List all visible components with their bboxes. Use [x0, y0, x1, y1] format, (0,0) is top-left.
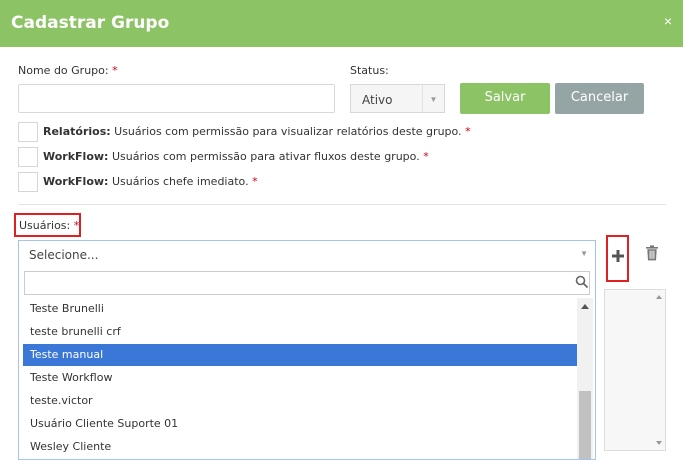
group-name-label: Nome do Grupo: *: [18, 64, 118, 77]
users-dropdown: Teste Brunelli teste brunelli crf Teste …: [18, 268, 596, 460]
scroll-down-arrow-icon[interactable]: [656, 441, 662, 445]
users-option[interactable]: Wesley Cliente: [23, 436, 577, 458]
permission-reports-text: Relatórios: Usuários com permissão para …: [43, 125, 471, 138]
permission-workflow-activate-text: WorkFlow: Usuários com permissão para at…: [43, 150, 429, 163]
plus-icon: [612, 250, 624, 262]
users-option-selected[interactable]: Teste manual: [23, 344, 577, 366]
permission-workflow-activate-description: Usuários com permissão para ativar fluxo…: [108, 150, 420, 163]
permission-workflow-manager-text: WorkFlow: Usuários chefe imediato. *: [43, 175, 258, 188]
group-name-label-text: Nome do Grupo:: [18, 64, 109, 77]
permission-reports-title: Relatórios:: [43, 125, 111, 138]
search-icon: [575, 275, 589, 289]
users-option[interactable]: teste.victor: [23, 390, 577, 412]
chevron-down-icon: ▼: [422, 85, 444, 112]
users-option[interactable]: Teste Brunelli: [23, 298, 577, 320]
permission-workflow-manager-title: WorkFlow:: [43, 175, 109, 188]
chevron-down-icon: ▼: [580, 249, 588, 258]
permission-workflow-activate-checkbox[interactable]: [18, 147, 38, 167]
required-mark: *: [112, 64, 118, 77]
scrollbar-thumb[interactable]: [579, 391, 591, 459]
permission-workflow-manager-description: Usuários chefe imediato.: [108, 175, 249, 188]
trash-icon[interactable]: [645, 245, 659, 261]
required-mark: *: [465, 125, 471, 138]
users-label-highlight: Usuários: *: [14, 213, 81, 237]
status-value: Ativo: [362, 93, 393, 107]
dialog-title: Cadastrar Grupo: [11, 13, 170, 33]
add-user-button[interactable]: [606, 235, 629, 282]
close-icon[interactable]: ×: [664, 13, 672, 29]
users-select-placeholder: Selecione...: [29, 248, 99, 262]
dialog-header: Cadastrar Grupo ×: [0, 0, 683, 47]
required-mark: *: [423, 150, 429, 163]
scroll-up-arrow-icon[interactable]: [656, 295, 662, 299]
cancel-button[interactable]: Cancelar: [555, 83, 644, 114]
required-mark: *: [252, 175, 258, 188]
permission-reports-description: Usuários com permissão para visualizar r…: [110, 125, 462, 138]
permission-reports-checkbox[interactable]: [18, 122, 38, 142]
status-select[interactable]: Ativo ▼: [350, 84, 445, 113]
scroll-up-arrow-icon[interactable]: [581, 304, 589, 309]
permission-workflow-activate-title: WorkFlow:: [43, 150, 109, 163]
users-option[interactable]: teste brunelli crf: [23, 321, 577, 343]
required-mark: *: [73, 219, 80, 232]
status-label: Status:: [350, 64, 389, 77]
users-label: Usuários: *: [19, 219, 79, 232]
selected-users-list[interactable]: [604, 289, 666, 451]
section-divider: [18, 204, 666, 205]
permission-workflow-manager-checkbox[interactable]: [18, 172, 38, 192]
save-button[interactable]: Salvar: [460, 83, 550, 114]
users-label-text: Usuários:: [19, 219, 71, 232]
users-option-list: Teste Brunelli teste brunelli crf Teste …: [23, 298, 577, 459]
users-search-input[interactable]: [24, 271, 590, 295]
users-dropdown-scrollbar[interactable]: [577, 298, 593, 459]
users-select[interactable]: Selecione... ▼: [18, 240, 596, 269]
group-name-input[interactable]: [18, 84, 335, 113]
users-option[interactable]: Usuário Cliente Suporte 01: [23, 413, 577, 435]
users-option[interactable]: Teste Workflow: [23, 367, 577, 389]
